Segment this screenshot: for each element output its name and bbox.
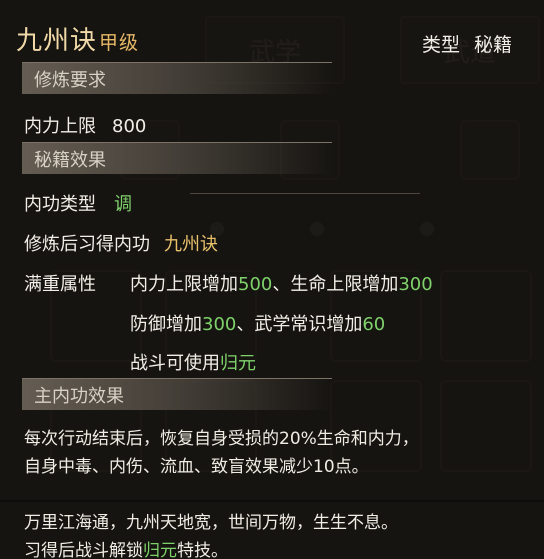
main-effect-line-2: 自身中毒、内伤、流血、致盲效果减少10点。 [24,457,369,477]
item-title: 九州诀 甲级 [16,20,139,57]
learn-label: 修炼后习得内功 [24,234,150,255]
bonus-text: 、武学常识增加 [236,314,363,335]
item-type-value: 秘籍 [473,34,512,56]
item-name: 九州诀 [16,26,98,56]
requirement-label: 内力上限 [24,116,96,137]
bonus-text: 、生命上限增加 [272,274,399,295]
learn-row: 修炼后习得内功 九州诀 [24,230,218,256]
item-type: 类型 秘籍 [422,30,512,57]
main-effect-description: 每次行动结束后，恢复自身受损的20%生命和内力， 自身中毒、内伤、流血、致盲效果… [24,425,419,481]
bonus-value: 60 [362,314,386,335]
section-main-effect-title: 主内功效果 [34,385,124,407]
neigong-type-value: 调 [114,194,132,215]
item-type-label: 类型 [421,34,460,56]
full-bonus-line-2: 防御增加300、武学常识增加60 [130,310,385,336]
section-effects-title: 秘籍效果 [34,149,106,171]
neigong-type-label: 内功类型 [24,194,96,215]
neigong-type-row: 内功类型调 [24,190,132,216]
bonus-skill: 归元 [220,353,256,374]
divider-line [0,500,544,502]
flavor-text-part: 特技。 [177,541,228,559]
item-grade: 甲级 [99,32,140,54]
flavor-text: 万里江海通，九州天地宽，世间万物，生生不息。 习得后战斗解锁归元特技。 [24,509,398,559]
learn-value: 九州诀 [164,234,218,255]
flavor-text-part: 习得后战斗解锁 [24,541,143,559]
section-requirements: 修炼要求 [22,62,332,94]
bonus-text: 防御增加 [130,314,202,335]
divider-line [190,193,420,194]
requirement-row: 内力上限 800 [24,112,146,138]
flavor-line-1: 万里江海通，九州天地宽，世间万物，生生不息。 [24,513,398,533]
flavor-skill: 归元 [143,541,177,559]
main-effect-line-1: 每次行动结束后，恢复自身受损的20%生命和内力， [24,429,419,449]
full-bonus-label-row: 满重属性 [24,270,96,296]
section-effects: 秘籍效果 [22,142,332,174]
full-bonus-label: 满重属性 [24,274,96,295]
bonus-text: 内力上限增加 [130,274,238,295]
bonus-text: 战斗可使用 [130,353,220,374]
full-bonus-line-1: 内力上限增加500、生命上限增加300 [130,270,433,296]
full-bonus-line-3: 战斗可使用归元 [130,349,256,375]
requirement-value: 800 [112,116,147,137]
bonus-value: 500 [238,274,273,295]
bonus-value: 300 [202,314,237,335]
item-tooltip: 九州诀 甲级 类型 秘籍 修炼要求 内力上限 800 秘籍效果 内功类型调 修炼后习得… [0,0,544,559]
section-main-effect: 主内功效果 [22,378,332,410]
flavor-line-2: 习得后战斗解锁归元特技。 [24,537,398,559]
bonus-value: 300 [398,274,433,295]
section-requirements-title: 修炼要求 [34,69,106,91]
